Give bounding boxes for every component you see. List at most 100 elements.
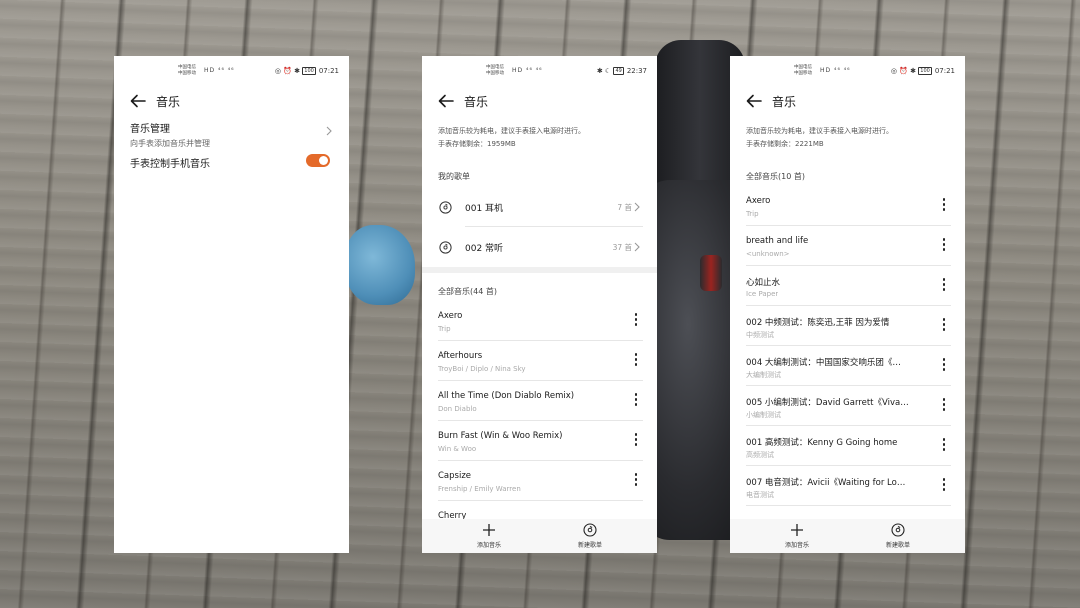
back-arrow-icon[interactable] <box>129 92 147 110</box>
status-right: ✱ ☾ 49 22:37 <box>597 67 647 75</box>
more-options-icon[interactable] <box>941 278 947 294</box>
more-options-icon[interactable] <box>941 398 947 414</box>
new-playlist-button[interactable]: 新建歌单 <box>868 523 928 549</box>
status-right: ◎ ⏰ ✱ 100 07:21 <box>275 67 339 75</box>
music-disc-icon <box>583 523 597 537</box>
song-title: Axero <box>746 196 771 206</box>
song-artist: 大编制测试 <box>746 371 781 379</box>
more-options-icon[interactable] <box>941 198 947 214</box>
more-options-icon[interactable] <box>941 478 947 494</box>
page-title: 音乐 <box>156 95 181 109</box>
battery-icon: 100 <box>918 67 932 75</box>
status-right: ◎ ⏰ ✱ 100 07:21 <box>891 67 955 75</box>
chevron-right-icon <box>326 126 332 136</box>
page-title: 音乐 <box>464 95 489 109</box>
more-options-icon[interactable] <box>633 353 639 369</box>
watch-control-phone-music-item: 手表控制手机音乐 <box>130 155 335 170</box>
song-item[interactable]: Burn Fast (Win & Woo Remix) Win & Woo <box>422 421 657 461</box>
app-bar: 音乐 <box>114 90 349 112</box>
setting-description: 向手表添加音乐并管理 <box>130 139 210 148</box>
playlist-name: 001 耳机 <box>465 204 504 214</box>
clock: 07:21 <box>934 67 955 75</box>
song-item[interactable]: Afterhours TroyBoi / Diplo / Nina Sky <box>422 341 657 381</box>
add-music-button[interactable]: 添加音乐 <box>459 523 519 549</box>
song-item[interactable]: 007 电音测试：Avicii《Waiting for Lo… 电音测试 <box>730 466 965 506</box>
playlist-name: 002 常听 <box>465 244 504 254</box>
setting-label: 手表控制手机音乐 <box>130 159 210 170</box>
music-disc-icon <box>891 523 905 537</box>
song-artist: 电音测试 <box>746 491 774 499</box>
carrier-label: 中国电信 中国移动 <box>178 65 196 76</box>
signal-icons: HD ⁴⁶ ⁴⁶ <box>820 67 851 74</box>
watch-control-toggle[interactable] <box>306 154 330 167</box>
playlist-item[interactable]: 001 耳机 7 首 <box>422 187 657 227</box>
carrier-label: 中国电信 中国移动 <box>794 65 812 76</box>
my-playlists-header: 我的歌单 <box>438 172 470 181</box>
bottom-action-bar: 添加音乐 新建歌单 <box>730 519 965 553</box>
song-item[interactable]: All the Time (Don Diablo Remix) Don Diab… <box>422 381 657 421</box>
add-music-label: 添加音乐 <box>784 542 809 549</box>
song-item[interactable]: 005 小编制测试：David Garrett《Viva… 小编制测试 <box>730 386 965 426</box>
app-bar: 音乐 <box>730 90 965 112</box>
add-music-label: 添加音乐 <box>476 542 501 549</box>
more-options-icon[interactable] <box>633 313 639 329</box>
song-artist: Win & Woo <box>438 445 477 453</box>
nfc-icon: ◎ ⏰ ✱ <box>890 67 919 75</box>
clock: 07:21 <box>318 67 339 75</box>
power-note: 添加音乐较为耗电，建议手表接入电源时进行。 手表存储剩余：1959MB <box>438 125 645 151</box>
song-title: breath and life <box>746 236 809 246</box>
chevron-right-icon <box>634 202 640 212</box>
song-title: 心如止水 <box>746 278 781 288</box>
song-item[interactable]: 004 大编制测试：中国国家交响乐团《… 大编制测试 <box>730 346 965 386</box>
status-bar: 中国电信 中国移动 HD ⁴⁶ ⁴⁶ ◎ ⏰ ✱ 100 07:21 <box>730 65 965 79</box>
toggle-knob <box>319 156 328 165</box>
watch-crown <box>700 255 722 291</box>
song-item[interactable]: 心如止水 Ice Paper <box>730 266 965 306</box>
song-title: 001 高频测试：Kenny G Going home <box>746 438 898 448</box>
more-options-icon[interactable] <box>633 473 639 489</box>
more-options-icon[interactable] <box>941 438 947 454</box>
playlist-item[interactable]: 002 常听 37 首 <box>422 227 657 267</box>
new-playlist-button[interactable]: 新建歌单 <box>560 523 620 549</box>
add-music-button[interactable]: 添加音乐 <box>767 523 827 549</box>
setting-label: 音乐管理 <box>130 124 170 135</box>
storage-remaining: 手表存储剩余：1959MB <box>438 140 516 148</box>
battery-icon: 100 <box>302 67 316 75</box>
app-bar: 音乐 <box>422 90 657 112</box>
music-disc-icon <box>439 201 452 214</box>
song-item[interactable]: Axero Trip <box>730 186 965 226</box>
section-separator <box>422 267 657 273</box>
song-title: 002 中频测试：陈奕迅,王菲 因为爱情 <box>746 318 890 328</box>
song-artist: Trip <box>746 210 759 218</box>
song-item[interactable]: breath and life <unknown> <box>730 226 965 266</box>
song-item[interactable]: 001 高频测试：Kenny G Going home 高频测试 <box>730 426 965 466</box>
music-disc-icon <box>439 241 452 254</box>
more-options-icon[interactable] <box>633 393 639 409</box>
power-note: 添加音乐较为耗电，建议手表接入电源时进行。 手表存储剩余：2221MB <box>746 125 953 151</box>
more-options-icon[interactable] <box>941 318 947 334</box>
song-item[interactable]: 002 中频测试：陈奕迅,王菲 因为爱情 中频测试 <box>730 306 965 346</box>
song-artist: Frenship / Emily Warren <box>438 485 521 493</box>
back-arrow-icon[interactable] <box>437 92 455 110</box>
more-options-icon[interactable] <box>941 358 947 374</box>
song-title: Burn Fast (Win & Woo Remix) <box>438 431 563 441</box>
song-artist: Trip <box>438 325 451 333</box>
clock: 22:37 <box>626 67 647 75</box>
back-arrow-icon[interactable] <box>745 92 763 110</box>
song-artist: TroyBoi / Diplo / Nina Sky <box>438 365 526 373</box>
song-item[interactable]: Capsize Frenship / Emily Warren <box>422 461 657 501</box>
plus-icon <box>483 524 495 536</box>
song-artist: <unknown> <box>746 250 790 258</box>
more-options-icon[interactable] <box>941 238 947 254</box>
song-item[interactable]: Axero Trip <box>422 301 657 341</box>
more-options-icon[interactable] <box>633 433 639 449</box>
battery-icon: 49 <box>613 67 624 75</box>
all-music-header: 全部音乐(10 首) <box>746 172 805 181</box>
music-management-item[interactable]: 音乐管理 向手表添加音乐并管理 <box>130 120 335 149</box>
chevron-right-icon <box>634 242 640 252</box>
divider <box>746 505 951 506</box>
signal-icons: HD ⁴⁶ ⁴⁶ <box>204 67 235 74</box>
song-title: 005 小编制测试：David Garrett《Viva… <box>746 398 909 408</box>
status-bar: 中国电信 中国移动 HD ⁴⁶ ⁴⁶ ✱ ☾ 49 22:37 <box>422 65 657 79</box>
phone-screen-music-list: 中国电信 中国移动 HD ⁴⁶ ⁴⁶ ✱ ☾ 49 22:37 音乐 添加音乐较为… <box>422 56 657 553</box>
